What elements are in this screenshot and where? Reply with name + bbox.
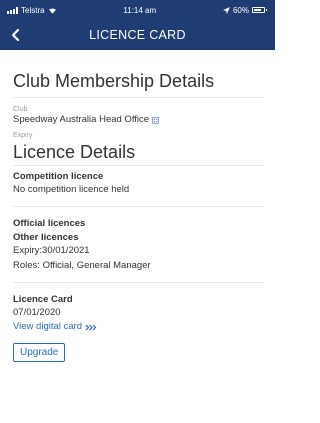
licence-card-heading: Licence Card <box>13 294 73 305</box>
double-chevron-right-icon <box>85 324 97 330</box>
page-title: LICENCE CARD <box>89 28 186 42</box>
carrier-label: Telstra <box>21 5 45 15</box>
other-licences-heading: Other licences <box>13 232 79 243</box>
battery-icon <box>252 7 267 13</box>
status-left: Telstra <box>7 6 57 15</box>
upgrade-button[interactable]: Upgrade <box>13 343 66 362</box>
view-digital-card-link[interactable]: View digital card <box>13 320 263 334</box>
divider <box>13 206 263 207</box>
view-digital-card-label: View digital card <box>13 321 83 332</box>
building-icon <box>152 116 160 124</box>
licence-card-date: 07/01/2020 <box>13 307 61 318</box>
divider <box>13 282 263 283</box>
status-time: 11:14 am <box>123 5 157 15</box>
club-membership-title: Club Membership Details <box>13 71 215 91</box>
status-bar: Telstra 11:14 am 60% <box>0 0 275 20</box>
official-licences-heading: Official licences <box>13 218 86 229</box>
licence-details-title: Licence Details <box>13 142 136 162</box>
wifi-icon <box>48 7 56 14</box>
main-content: Club Membership Details Club Speedway Au… <box>0 71 275 362</box>
nav-bar: LICENCE CARD <box>0 20 275 50</box>
competition-licence-text: No competition licence held <box>13 184 130 195</box>
club-value-row: Speedway Australia Head Office <box>13 114 263 126</box>
club-value: Speedway Australia Head Office <box>13 114 150 125</box>
expiry-label: Expiry <box>13 132 33 139</box>
back-chevron-icon[interactable] <box>8 27 24 43</box>
location-arrow-icon <box>222 6 230 14</box>
signal-icon <box>7 6 18 14</box>
competition-licence-heading: Competition licence <box>13 171 104 182</box>
divider <box>13 165 263 166</box>
battery-percent: 60% <box>232 5 249 15</box>
licence-roles: Roles: Official, General Manager <box>13 260 151 271</box>
club-label: Club <box>13 106 28 113</box>
licence-expiry: Expiry:30/01/2021 <box>13 245 90 256</box>
divider <box>13 97 263 98</box>
status-right: 60% <box>222 5 267 15</box>
